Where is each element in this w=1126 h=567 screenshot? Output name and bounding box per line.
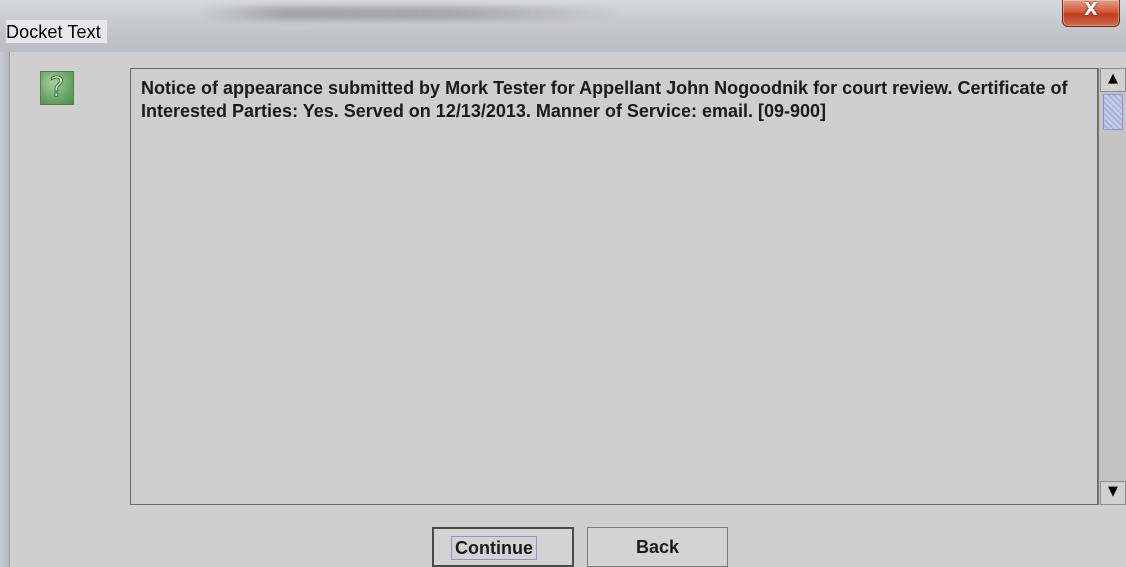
title-bar[interactable]: Docket Text X — [0, 0, 1126, 52]
docket-text-dialog: Docket Text X ? Notice of appearance sub… — [0, 0, 1126, 567]
back-button-label: Back — [635, 537, 680, 557]
arrow-up-icon: ▲ — [1108, 71, 1118, 86]
arrow-down-icon: ▼ — [1108, 484, 1118, 499]
continue-button[interactable]: Continue — [432, 527, 574, 567]
question-mark-icon: ? — [40, 70, 74, 105]
continue-button-label: Continue — [451, 536, 537, 560]
docket-text-content: Notice of appearance submitted by Mork T… — [141, 78, 1068, 121]
scroll-thumb[interactable] — [1103, 94, 1123, 130]
question-glyph: ? — [49, 70, 65, 104]
close-icon: X — [1084, 0, 1098, 20]
window-title: Docket Text — [6, 20, 107, 43]
back-button[interactable]: Back — [587, 527, 728, 567]
vertical-scrollbar[interactable]: ▲ ▼ — [1098, 68, 1126, 505]
scroll-up-button[interactable]: ▲ — [1100, 68, 1126, 92]
docket-text-area[interactable]: Notice of appearance submitted by Mork T… — [130, 68, 1098, 505]
window-frame-edge — [0, 52, 9, 567]
scroll-down-button[interactable]: ▼ — [1100, 481, 1126, 505]
close-button[interactable]: X — [1062, 0, 1120, 27]
